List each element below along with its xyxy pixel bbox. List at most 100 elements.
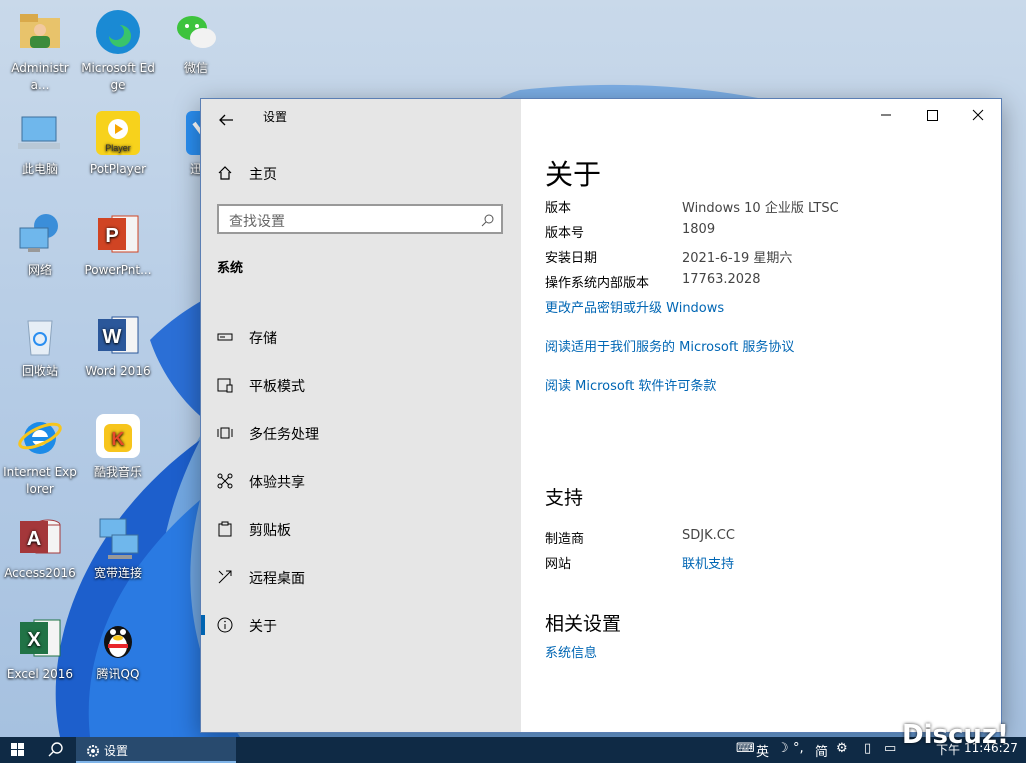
shared-experiences-icon [217, 473, 233, 489]
desktop-icon-label: Internet Explorer [3, 465, 77, 496]
desktop-icon-label: 此电脑 [21, 162, 58, 176]
desktop-icon-potplayer[interactable]: Player PotPlayer [80, 103, 156, 178]
qq-penguin-icon [94, 614, 142, 662]
nav-item-label: 存储 [249, 331, 277, 347]
nav-item-label: 关于 [249, 619, 277, 635]
desktop-icon-label: 网络 [27, 263, 52, 277]
maximize-button[interactable] [909, 99, 955, 131]
spec-key: 安装日期 [545, 251, 598, 266]
support-key: 网站 [545, 557, 572, 572]
network-tray-icon[interactable]: ▭ [884, 741, 896, 756]
desktop-icon-qq[interactable]: 腾讯QQ [80, 608, 156, 683]
nav-item-about[interactable]: 关于 [201, 605, 521, 645]
desktop-icon-label: Word 2016 [85, 364, 151, 378]
user-folder-icon [16, 8, 64, 56]
svg-text:W: W [103, 326, 122, 348]
desktop-icon-label: Excel 2016 [6, 667, 74, 681]
nav-item-remote-desktop[interactable]: 远程桌面 [201, 557, 521, 597]
clipboard-icon [217, 521, 233, 537]
spec-key: 操作系统内部版本 [545, 276, 650, 291]
desktop-icon-recycle-bin[interactable]: 回收站 [2, 305, 78, 380]
support-key: 制造商 [545, 532, 585, 547]
remote-desktop-icon [217, 569, 233, 585]
recycle-bin-icon [16, 311, 64, 359]
svg-text:Player: Player [105, 143, 131, 153]
desktop-icon-label: Administra... [11, 61, 69, 92]
word-icon: W [94, 311, 142, 359]
desktop-icon-this-pc[interactable]: 此电脑 [2, 103, 78, 178]
close-button[interactable] [955, 99, 1001, 131]
desktop-icon-network[interactable]: 网络 [2, 204, 78, 279]
spec-value: 1809 [682, 222, 716, 237]
nav-home[interactable]: 主页 [201, 153, 521, 193]
network-icon [16, 210, 64, 258]
support-heading: 支持 [545, 487, 584, 509]
powerpoint-icon: P [94, 210, 142, 258]
start-button[interactable] [0, 737, 36, 763]
nav-item-label: 体验共享 [249, 475, 305, 491]
system-info-link[interactable]: 系统信息 [545, 642, 597, 661]
services-agreement-link[interactable]: 阅读适用于我们服务的 Microsoft 服务协议 [545, 336, 794, 355]
svg-text:P: P [105, 225, 118, 247]
nav-item-label: 平板模式 [249, 379, 305, 395]
desktop-icon-edge[interactable]: Microsoft Edge [80, 2, 156, 94]
computer-icon [16, 109, 64, 157]
desktop-icon-ie[interactable]: Internet Explorer [2, 406, 78, 498]
windows-logo-icon [11, 743, 24, 756]
ime-language[interactable]: 英 [756, 741, 769, 760]
search-input[interactable]: 查找设置 [217, 204, 503, 234]
broadband-connection-icon [94, 513, 142, 561]
potplayer-icon: Player [94, 109, 142, 157]
back-button[interactable] [211, 105, 241, 135]
ime-mode[interactable]: 简 [815, 741, 828, 760]
desktop-icon-label: PowerPnt... [84, 263, 152, 277]
nav-item-label: 远程桌面 [249, 571, 305, 587]
taskbar: 设置 ⌨ 英 ☽ °, 简 ⚙ ▯ ▭ 下午 11:46:27 [0, 737, 1026, 763]
desktop-icon-label: Microsoft Edge [81, 61, 155, 92]
nav-home-label: 主页 [249, 167, 277, 183]
wechat-icon [172, 8, 220, 56]
taskbar-settings-app[interactable]: 设置 [76, 737, 236, 763]
nav-item-clipboard[interactable]: 剪贴板 [201, 509, 521, 549]
minimize-button[interactable] [863, 99, 909, 131]
desktop-icon-word[interactable]: W Word 2016 [80, 305, 156, 380]
desktop-icon-kuwo[interactable]: K 酷我音乐 [80, 406, 156, 481]
settings-nav-pane: 设置 主页 查找设置 系统 存储 平板模式 多任务处理 体验共享 剪贴板 远程桌… [201, 99, 521, 732]
desktop-icon-broadband[interactable]: 宽带连接 [80, 507, 156, 582]
desktop-icon-label: 酷我音乐 [93, 465, 142, 479]
desktop-icon-administrator[interactable]: Administra... [2, 2, 78, 94]
desktop-icon-wechat[interactable]: 微信 [158, 2, 234, 77]
nav-item-label: 多任务处理 [249, 427, 319, 443]
edge-icon [94, 8, 142, 56]
desktop-icon-label: 回收站 [21, 364, 58, 378]
svg-text:X: X [27, 629, 41, 651]
online-support-link[interactable]: 联机支持 [682, 553, 734, 572]
watermark: Discuz! [902, 720, 1009, 750]
nav-group-title: 系统 [217, 261, 244, 276]
desktop-icon-access[interactable]: A Access2016 [2, 507, 78, 582]
license-terms-link[interactable]: 阅读 Microsoft 软件许可条款 [545, 375, 716, 394]
desktop-icon-excel[interactable]: X Excel 2016 [2, 608, 78, 683]
moon-icon[interactable]: ☽ [777, 741, 789, 756]
usb-icon[interactable]: ▯ [864, 741, 871, 756]
keyboard-icon[interactable]: ⌨ [736, 741, 755, 756]
nav-item-storage[interactable]: 存储 [201, 317, 521, 357]
settings-window: 设置 主页 查找设置 系统 存储 平板模式 多任务处理 体验共享 剪贴板 远程桌… [200, 98, 1002, 733]
multitasking-icon [217, 425, 233, 441]
search-icon [481, 212, 495, 227]
search-icon [48, 742, 63, 757]
change-product-key-link[interactable]: 更改产品密钥或升级 Windows [545, 297, 724, 316]
nav-item-tablet-mode[interactable]: 平板模式 [201, 365, 521, 405]
svg-text:K: K [112, 429, 125, 449]
excel-icon: X [16, 614, 64, 662]
desktop-icon-label: 腾讯QQ [96, 667, 140, 681]
desktop-icon-powerpoint[interactable]: P PowerPnt... [80, 204, 156, 279]
spec-key: 版本号 [545, 226, 585, 241]
punctuation-icon[interactable]: °, [793, 741, 804, 756]
nav-item-shared-experiences[interactable]: 体验共享 [201, 461, 521, 501]
taskbar-app-label: 设置 [104, 744, 129, 758]
nav-item-multitasking[interactable]: 多任务处理 [201, 413, 521, 453]
ime-settings-icon[interactable]: ⚙ [836, 741, 848, 756]
taskbar-search-button[interactable] [40, 737, 70, 763]
spec-value: Windows 10 企业版 LTSC [682, 201, 839, 216]
